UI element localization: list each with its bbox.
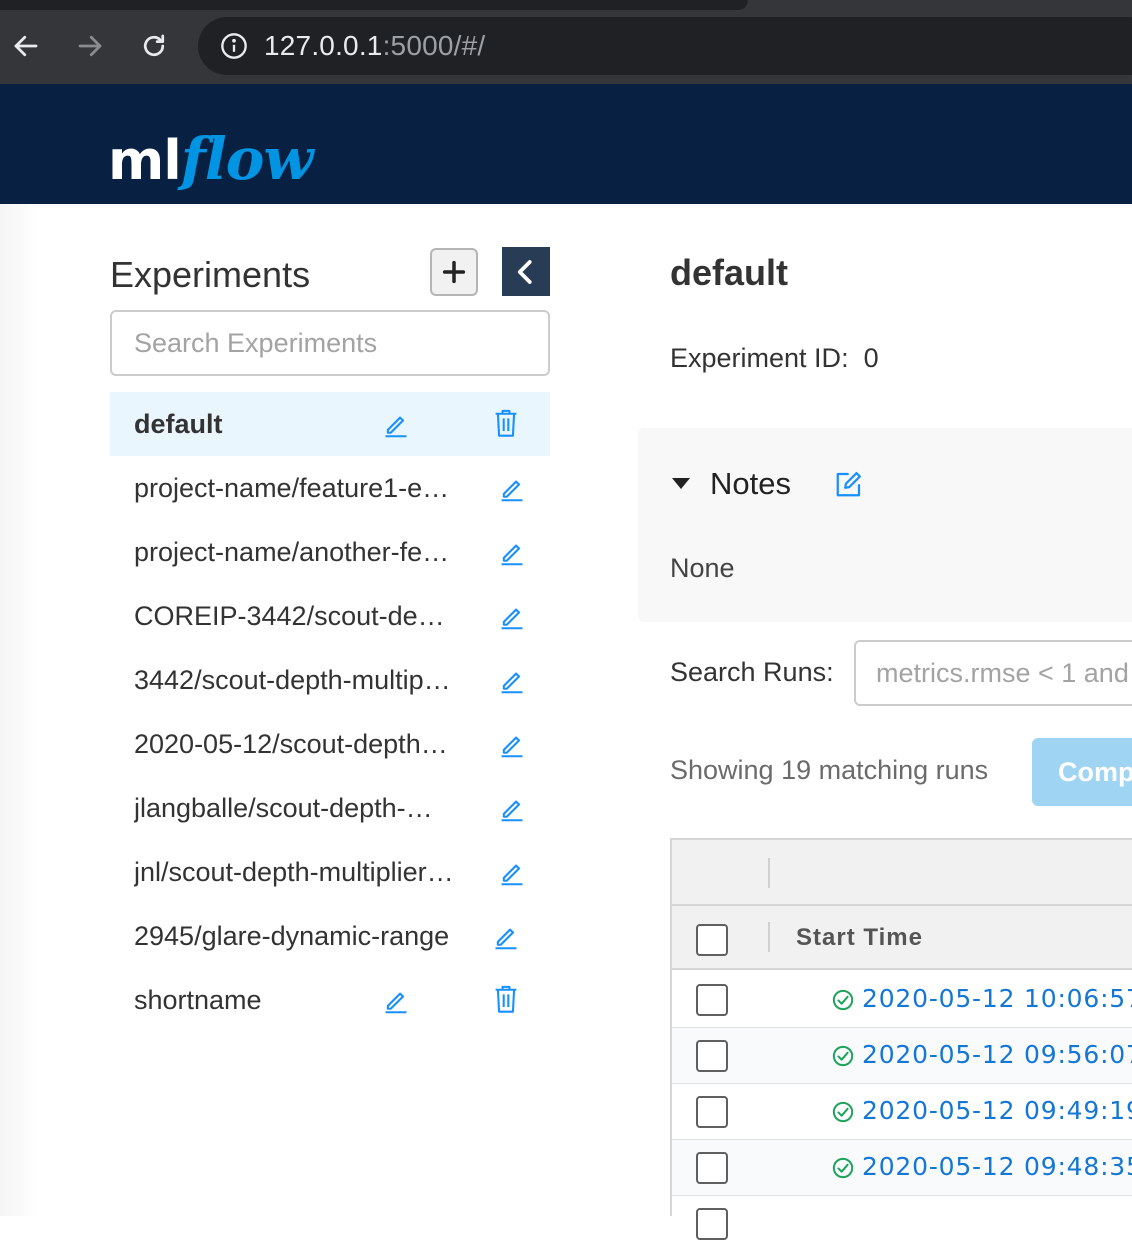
experiment-id-separator: :: [841, 343, 849, 373]
edit-icon[interactable]: [498, 794, 526, 822]
chevron-left-icon: [517, 259, 532, 284]
edit-icon[interactable]: [498, 666, 526, 694]
experiment-name: project-name/feature1-e…: [134, 472, 450, 503]
table-row: 2020-05-12 09:48:35: [672, 1140, 1132, 1196]
back-button[interactable]: [4, 24, 48, 68]
row-checkbox[interactable]: [696, 1152, 728, 1184]
table-row: 2020-05-12 09:56:07: [672, 1028, 1132, 1084]
trash-icon[interactable]: [492, 984, 520, 1014]
edit-icon[interactable]: [498, 474, 526, 502]
matching-runs-count: Showing 19 matching runs: [670, 755, 989, 785]
run-start-time-link[interactable]: 2020-05-12 10:06:57: [862, 984, 1132, 1013]
url-text[interactable]: 127.0.0.1:5000/#/: [264, 30, 485, 62]
row-checkbox[interactable]: [696, 1208, 728, 1240]
experiment-item[interactable]: 2945/glare-dynamic-range: [110, 904, 550, 968]
tab-strip: [0, 0, 748, 10]
trash-icon[interactable]: [492, 408, 520, 438]
experiment-name: default: [134, 408, 223, 439]
browser-toolbar: 127.0.0.1:5000/#/: [0, 0, 1132, 84]
experiment-name: jnl/scout-depth-multiplier…: [134, 856, 454, 887]
edit-icon[interactable]: [382, 410, 410, 438]
experiment-item[interactable]: jlangballe/scout-depth-…: [110, 776, 550, 840]
page-edge-shadow: [0, 204, 40, 1216]
edit-icon[interactable]: [498, 538, 526, 566]
mlflow-logo[interactable]: ml flow: [108, 104, 314, 193]
experiment-item[interactable]: shortname: [110, 968, 550, 1032]
collapse-sidebar-button[interactable]: [502, 247, 550, 296]
experiment-name: shortname: [134, 984, 262, 1015]
edit-icon[interactable]: [382, 986, 410, 1014]
run-start-time-link[interactable]: 2020-05-12 09:48:35: [862, 1152, 1132, 1181]
add-experiment-button[interactable]: [430, 248, 478, 296]
reload-icon: [143, 34, 165, 57]
notes-panel: [638, 428, 1132, 622]
edit-icon[interactable]: [498, 858, 526, 886]
edit-icon[interactable]: [498, 730, 526, 758]
runs-table: Start Time 2020-05-12 10:06:57 2020-05-1…: [670, 838, 1132, 1240]
forward-button[interactable]: [68, 24, 112, 68]
experiment-item[interactable]: project-name/feature1-e…: [110, 456, 550, 520]
experiment-name: COREIP-3442/scout-de…: [134, 600, 445, 631]
experiment-id: Experiment ID: 0: [670, 343, 879, 374]
check-circle-icon: [832, 1045, 854, 1067]
experiment-item[interactable]: 3442/scout-depth-multip…: [110, 648, 550, 712]
edit-notes-icon[interactable]: [834, 469, 864, 499]
column-separator: [768, 922, 770, 952]
table-group-header: [672, 840, 1132, 906]
url-host: 127.0.0.1: [264, 30, 383, 61]
select-all-checkbox[interactable]: [696, 924, 728, 956]
check-circle-icon: [832, 1157, 854, 1179]
address-bar[interactable]: 127.0.0.1:5000/#/: [198, 17, 1132, 75]
url-path: :5000/#/: [382, 30, 486, 61]
row-checkbox[interactable]: [696, 1096, 728, 1128]
run-start-time-link[interactable]: 2020-05-12 09:49:19: [862, 1096, 1132, 1125]
row-checkbox[interactable]: [696, 984, 728, 1016]
notes-label[interactable]: Notes: [710, 466, 791, 502]
experiment-list: default project-name/feature1-e… project…: [110, 392, 550, 1032]
experiment-item[interactable]: default: [110, 392, 550, 456]
info-icon[interactable]: [220, 32, 248, 60]
table-row: 2020-05-12 10:06:57: [672, 972, 1132, 1028]
table-row: [672, 1196, 1132, 1252]
experiment-name: 3442/scout-depth-multip…: [134, 664, 451, 695]
experiment-id-value: 0: [863, 343, 879, 373]
experiment-name: 2945/glare-dynamic-range: [134, 920, 450, 951]
experiment-item[interactable]: COREIP-3442/scout-de…: [110, 584, 550, 648]
experiment-item[interactable]: project-name/another-fe…: [110, 520, 550, 584]
experiment-id-label: Experiment ID: [670, 343, 842, 373]
experiment-name: 2020-05-12/scout-depth…: [134, 728, 448, 759]
row-checkbox[interactable]: [696, 1040, 728, 1072]
caret-down-icon[interactable]: [672, 478, 690, 489]
reload-button[interactable]: [132, 24, 176, 68]
compare-button[interactable]: Comp: [1032, 738, 1132, 806]
search-experiments-input[interactable]: [110, 310, 550, 376]
search-runs-input[interactable]: [854, 640, 1132, 706]
experiment-item[interactable]: 2020-05-12/scout-depth…: [110, 712, 550, 776]
notes-content: None: [670, 553, 735, 583]
logo-ml-text: ml: [108, 129, 182, 192]
experiment-name: jlangballe/scout-depth-…: [134, 792, 433, 823]
start-time-header[interactable]: Start Time: [796, 924, 923, 952]
experiments-heading: Experiments: [110, 254, 311, 295]
edit-icon[interactable]: [492, 922, 520, 950]
experiment-item[interactable]: jnl/scout-depth-multiplier…: [110, 840, 550, 904]
logo-flow-text: flow: [180, 125, 314, 193]
column-separator: [768, 858, 770, 888]
arrow-left-icon: [14, 35, 38, 57]
experiment-name: project-name/another-fe…: [134, 536, 450, 567]
arrow-right-icon: [78, 35, 102, 57]
run-start-time-link[interactable]: 2020-05-12 09:56:07: [862, 1040, 1132, 1069]
check-circle-icon: [832, 989, 854, 1011]
check-circle-icon: [832, 1101, 854, 1123]
edit-icon[interactable]: [498, 602, 526, 630]
search-runs-label: Search Runs:: [670, 657, 834, 687]
experiment-title: default: [670, 252, 789, 293]
plus-icon: [442, 260, 466, 284]
table-row: 2020-05-12 09:49:19: [672, 1084, 1132, 1140]
